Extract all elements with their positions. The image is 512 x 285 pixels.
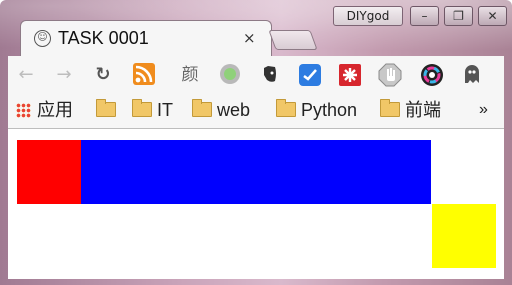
toolbar: ← → ↻ 颜 (8, 56, 504, 94)
bookmark-folder-unnamed[interactable] (96, 98, 121, 122)
bookmarks-bar: 应用 IT web Python 前端 » (8, 94, 504, 129)
blue-rectangle (81, 140, 431, 204)
bookmark-label: Python (301, 100, 358, 120)
red-square (17, 140, 81, 204)
folder-icon (380, 99, 400, 117)
green-dot-icon[interactable] (218, 63, 242, 87)
bookmark-apps-label: 应用 (37, 100, 73, 120)
new-tab-button[interactable] (268, 30, 318, 50)
maximize-button[interactable]: ❐ (444, 6, 473, 26)
reload-icon[interactable]: ↻ (91, 63, 115, 87)
bookmark-label: 前端 (405, 100, 441, 120)
minimize-button[interactable]: – (410, 6, 439, 26)
folder-icon (276, 99, 296, 117)
browser-window: DIYgod – ❐ ✕ ☺ TASK 0001 × ← → ↻ 颜 应用 IT… (0, 0, 512, 285)
bookmark-label: web (217, 100, 251, 120)
folder-icon (132, 99, 152, 117)
close-window-button[interactable]: ✕ (478, 6, 507, 26)
bookmarks-more-icon[interactable]: » (479, 98, 488, 122)
tab-favicon-icon: ☺ (34, 30, 51, 47)
bookmark-apps[interactable]: 应用 (16, 98, 73, 122)
bookmark-folder-python[interactable]: Python (276, 98, 357, 122)
tab-title: TASK 0001 (58, 28, 149, 48)
rss-icon[interactable] (132, 63, 156, 87)
profile-button[interactable]: DIYgod (333, 6, 403, 26)
back-icon[interactable]: ← (14, 63, 38, 87)
bookmark-label: IT (157, 100, 173, 120)
bookmark-folder-web[interactable]: web (192, 98, 250, 122)
bookmark-folder-frontend[interactable]: 前端 (380, 98, 441, 122)
ghost-icon[interactable] (460, 63, 484, 87)
color-wheel-icon[interactable] (420, 63, 444, 87)
tab-close-icon[interactable]: × (243, 29, 256, 47)
evernote-icon[interactable] (258, 63, 282, 87)
folder-icon (96, 99, 116, 117)
page-content (8, 129, 504, 279)
bookmark-folder-it[interactable]: IT (132, 98, 173, 122)
yellow-square (432, 204, 496, 268)
forward-icon[interactable]: → (52, 63, 76, 87)
red-star-icon[interactable] (338, 63, 362, 87)
folder-icon (192, 99, 212, 117)
apps-grid-icon (16, 103, 31, 118)
blue-check-icon[interactable] (298, 63, 322, 87)
tab-active[interactable]: ☺ TASK 0001 × (20, 20, 272, 57)
hand-icon[interactable] (378, 63, 402, 87)
yan-icon[interactable]: 颜 (178, 63, 202, 87)
